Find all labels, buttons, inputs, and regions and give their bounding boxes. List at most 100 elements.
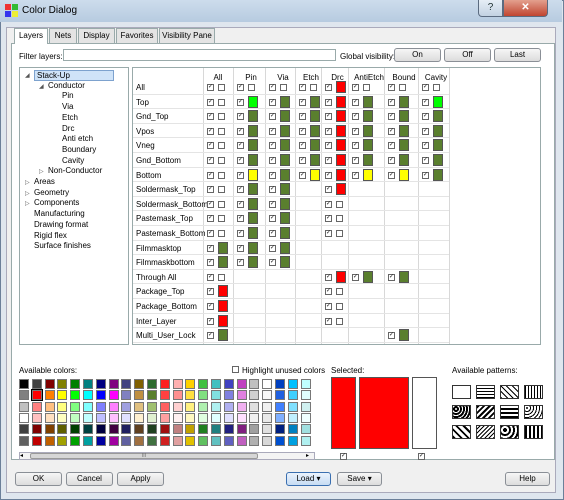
visibility-checkbox-bound[interactable]: ✓ xyxy=(388,127,395,135)
visibility-checkbox-cavity[interactable]: ✓ xyxy=(422,113,429,121)
palette-color[interactable] xyxy=(287,390,298,401)
tree-item-drawing-format[interactable]: Drawing format xyxy=(34,220,88,229)
palette-color[interactable] xyxy=(185,412,196,423)
color-swatch-antietch[interactable] xyxy=(363,124,373,137)
visibility-checkbox-bound[interactable]: ✓ xyxy=(388,142,395,150)
empty-checkbox-all[interactable] xyxy=(218,230,225,237)
palette-color[interactable] xyxy=(198,435,209,446)
palette-scrollbar[interactable]: ◂ III ▸ xyxy=(19,452,315,460)
palette-color[interactable] xyxy=(57,435,68,446)
palette-color[interactable] xyxy=(223,424,234,435)
visibility-checkbox-all[interactable]: ✓ xyxy=(207,157,214,164)
empty-checkbox-all[interactable] xyxy=(218,142,225,150)
palette-color[interactable] xyxy=(121,390,132,401)
palette-color[interactable] xyxy=(262,435,273,446)
palette-color[interactable] xyxy=(236,412,247,423)
palette-color[interactable] xyxy=(198,390,209,401)
palette-color[interactable] xyxy=(70,424,81,435)
palette-color[interactable] xyxy=(300,435,311,446)
visibility-checkbox-all[interactable]: ✓ xyxy=(207,332,214,340)
pattern-swatch[interactable] xyxy=(452,425,471,439)
color-swatch-via[interactable] xyxy=(280,241,290,254)
palette-color[interactable] xyxy=(262,379,273,389)
visibility-checkbox-pin[interactable]: ✓ xyxy=(237,98,244,106)
palette-color[interactable] xyxy=(172,401,183,412)
color-swatch-via[interactable] xyxy=(280,227,290,239)
visibility-checkbox-etch[interactable]: ✓ xyxy=(299,157,306,164)
palette-color[interactable] xyxy=(121,401,132,412)
visibility-checkbox-via[interactable]: ✓ xyxy=(269,142,276,150)
pattern-swatch[interactable] xyxy=(500,385,519,399)
pattern-swatch[interactable] xyxy=(452,385,471,399)
visibility-checkbox-drc[interactable]: ✓ xyxy=(325,200,332,208)
color-swatch-etch[interactable] xyxy=(310,124,320,137)
visibility-checkbox-cavity[interactable]: ✓ xyxy=(422,84,429,91)
palette-color[interactable] xyxy=(57,379,68,389)
palette-color[interactable] xyxy=(275,435,285,446)
color-swatch-pin[interactable] xyxy=(248,124,258,137)
palette-color[interactable] xyxy=(159,412,170,423)
palette-color[interactable] xyxy=(31,424,42,435)
color-swatch-pin[interactable] xyxy=(248,139,258,152)
cancel-button[interactable]: Cancel xyxy=(66,472,113,486)
color-swatch-via[interactable] xyxy=(280,154,290,166)
visibility-checkbox-drc[interactable]: ✓ xyxy=(325,317,332,325)
palette-color[interactable] xyxy=(83,424,93,435)
palette-color[interactable] xyxy=(185,424,196,435)
color-swatch-cavity[interactable] xyxy=(433,168,443,181)
selected-color-preview[interactable] xyxy=(359,377,409,449)
palette-color[interactable] xyxy=(70,379,81,389)
palette-color[interactable] xyxy=(211,379,221,389)
palette-color[interactable] xyxy=(44,379,55,389)
empty-checkbox-all[interactable] xyxy=(218,84,225,91)
palette-color[interactable] xyxy=(147,424,157,435)
palette-color[interactable] xyxy=(147,412,157,423)
palette-color[interactable] xyxy=(44,412,55,423)
palette-color[interactable] xyxy=(57,390,68,401)
palette-color[interactable] xyxy=(223,390,234,401)
palette-color[interactable] xyxy=(147,390,157,401)
color-swatch-all[interactable] xyxy=(218,256,228,269)
color-swatch-cavity[interactable] xyxy=(433,95,443,108)
palette-color[interactable] xyxy=(249,412,260,423)
tree-item-surface-finishes[interactable]: Surface finishes xyxy=(34,241,91,250)
palette-color[interactable] xyxy=(19,401,29,412)
visibility-checkbox-cavity[interactable]: ✓ xyxy=(422,127,429,135)
visibility-checkbox-bound[interactable]: ✓ xyxy=(388,113,395,121)
palette-color[interactable] xyxy=(198,379,209,389)
visibility-checkbox-antietch[interactable]: ✓ xyxy=(352,273,359,281)
palette-color[interactable] xyxy=(108,412,119,423)
palette-color[interactable] xyxy=(147,379,157,389)
visibility-checkbox-drc[interactable]: ✓ xyxy=(325,303,332,310)
tree-item-pin[interactable]: Pin xyxy=(62,91,74,100)
visibility-checkbox-drc[interactable]: ✓ xyxy=(325,186,332,194)
palette-color[interactable] xyxy=(134,424,145,435)
palette-color[interactable] xyxy=(275,390,285,401)
palette-color[interactable] xyxy=(287,401,298,412)
empty-checkbox-all[interactable] xyxy=(218,157,225,164)
palette-color[interactable] xyxy=(223,435,234,446)
selected-pattern-checkbox[interactable]: ✓ xyxy=(418,453,425,460)
empty-checkbox-drc[interactable] xyxy=(336,230,343,237)
palette-color[interactable] xyxy=(211,401,221,412)
title-help-button[interactable]: ? xyxy=(478,0,503,17)
color-swatch-via[interactable] xyxy=(280,124,290,137)
color-swatch-antietch[interactable] xyxy=(363,110,373,123)
tree-item-cavity[interactable]: Cavity xyxy=(62,156,84,165)
empty-checkbox-antietch[interactable] xyxy=(363,84,370,91)
visibility-checkbox-via[interactable]: ✓ xyxy=(269,259,276,267)
palette-color[interactable] xyxy=(300,424,311,435)
visibility-checkbox-bound[interactable]: ✓ xyxy=(388,273,395,281)
palette-color[interactable] xyxy=(70,435,81,446)
palette-color[interactable] xyxy=(262,390,273,401)
load-dropdown-icon[interactable]: ▾ xyxy=(317,474,321,483)
palette-color[interactable] xyxy=(108,390,119,401)
palette-color[interactable] xyxy=(159,435,170,446)
save-dropdown-icon[interactable]: ▾ xyxy=(368,474,372,483)
palette-color[interactable] xyxy=(172,379,183,389)
color-swatch-cavity[interactable] xyxy=(433,154,443,166)
pattern-swatch[interactable] xyxy=(524,405,543,419)
tree-item-conductor[interactable]: Conductor xyxy=(48,81,85,90)
load-button[interactable]: Load ▾ xyxy=(286,472,331,486)
empty-checkbox-drc[interactable] xyxy=(336,317,343,325)
